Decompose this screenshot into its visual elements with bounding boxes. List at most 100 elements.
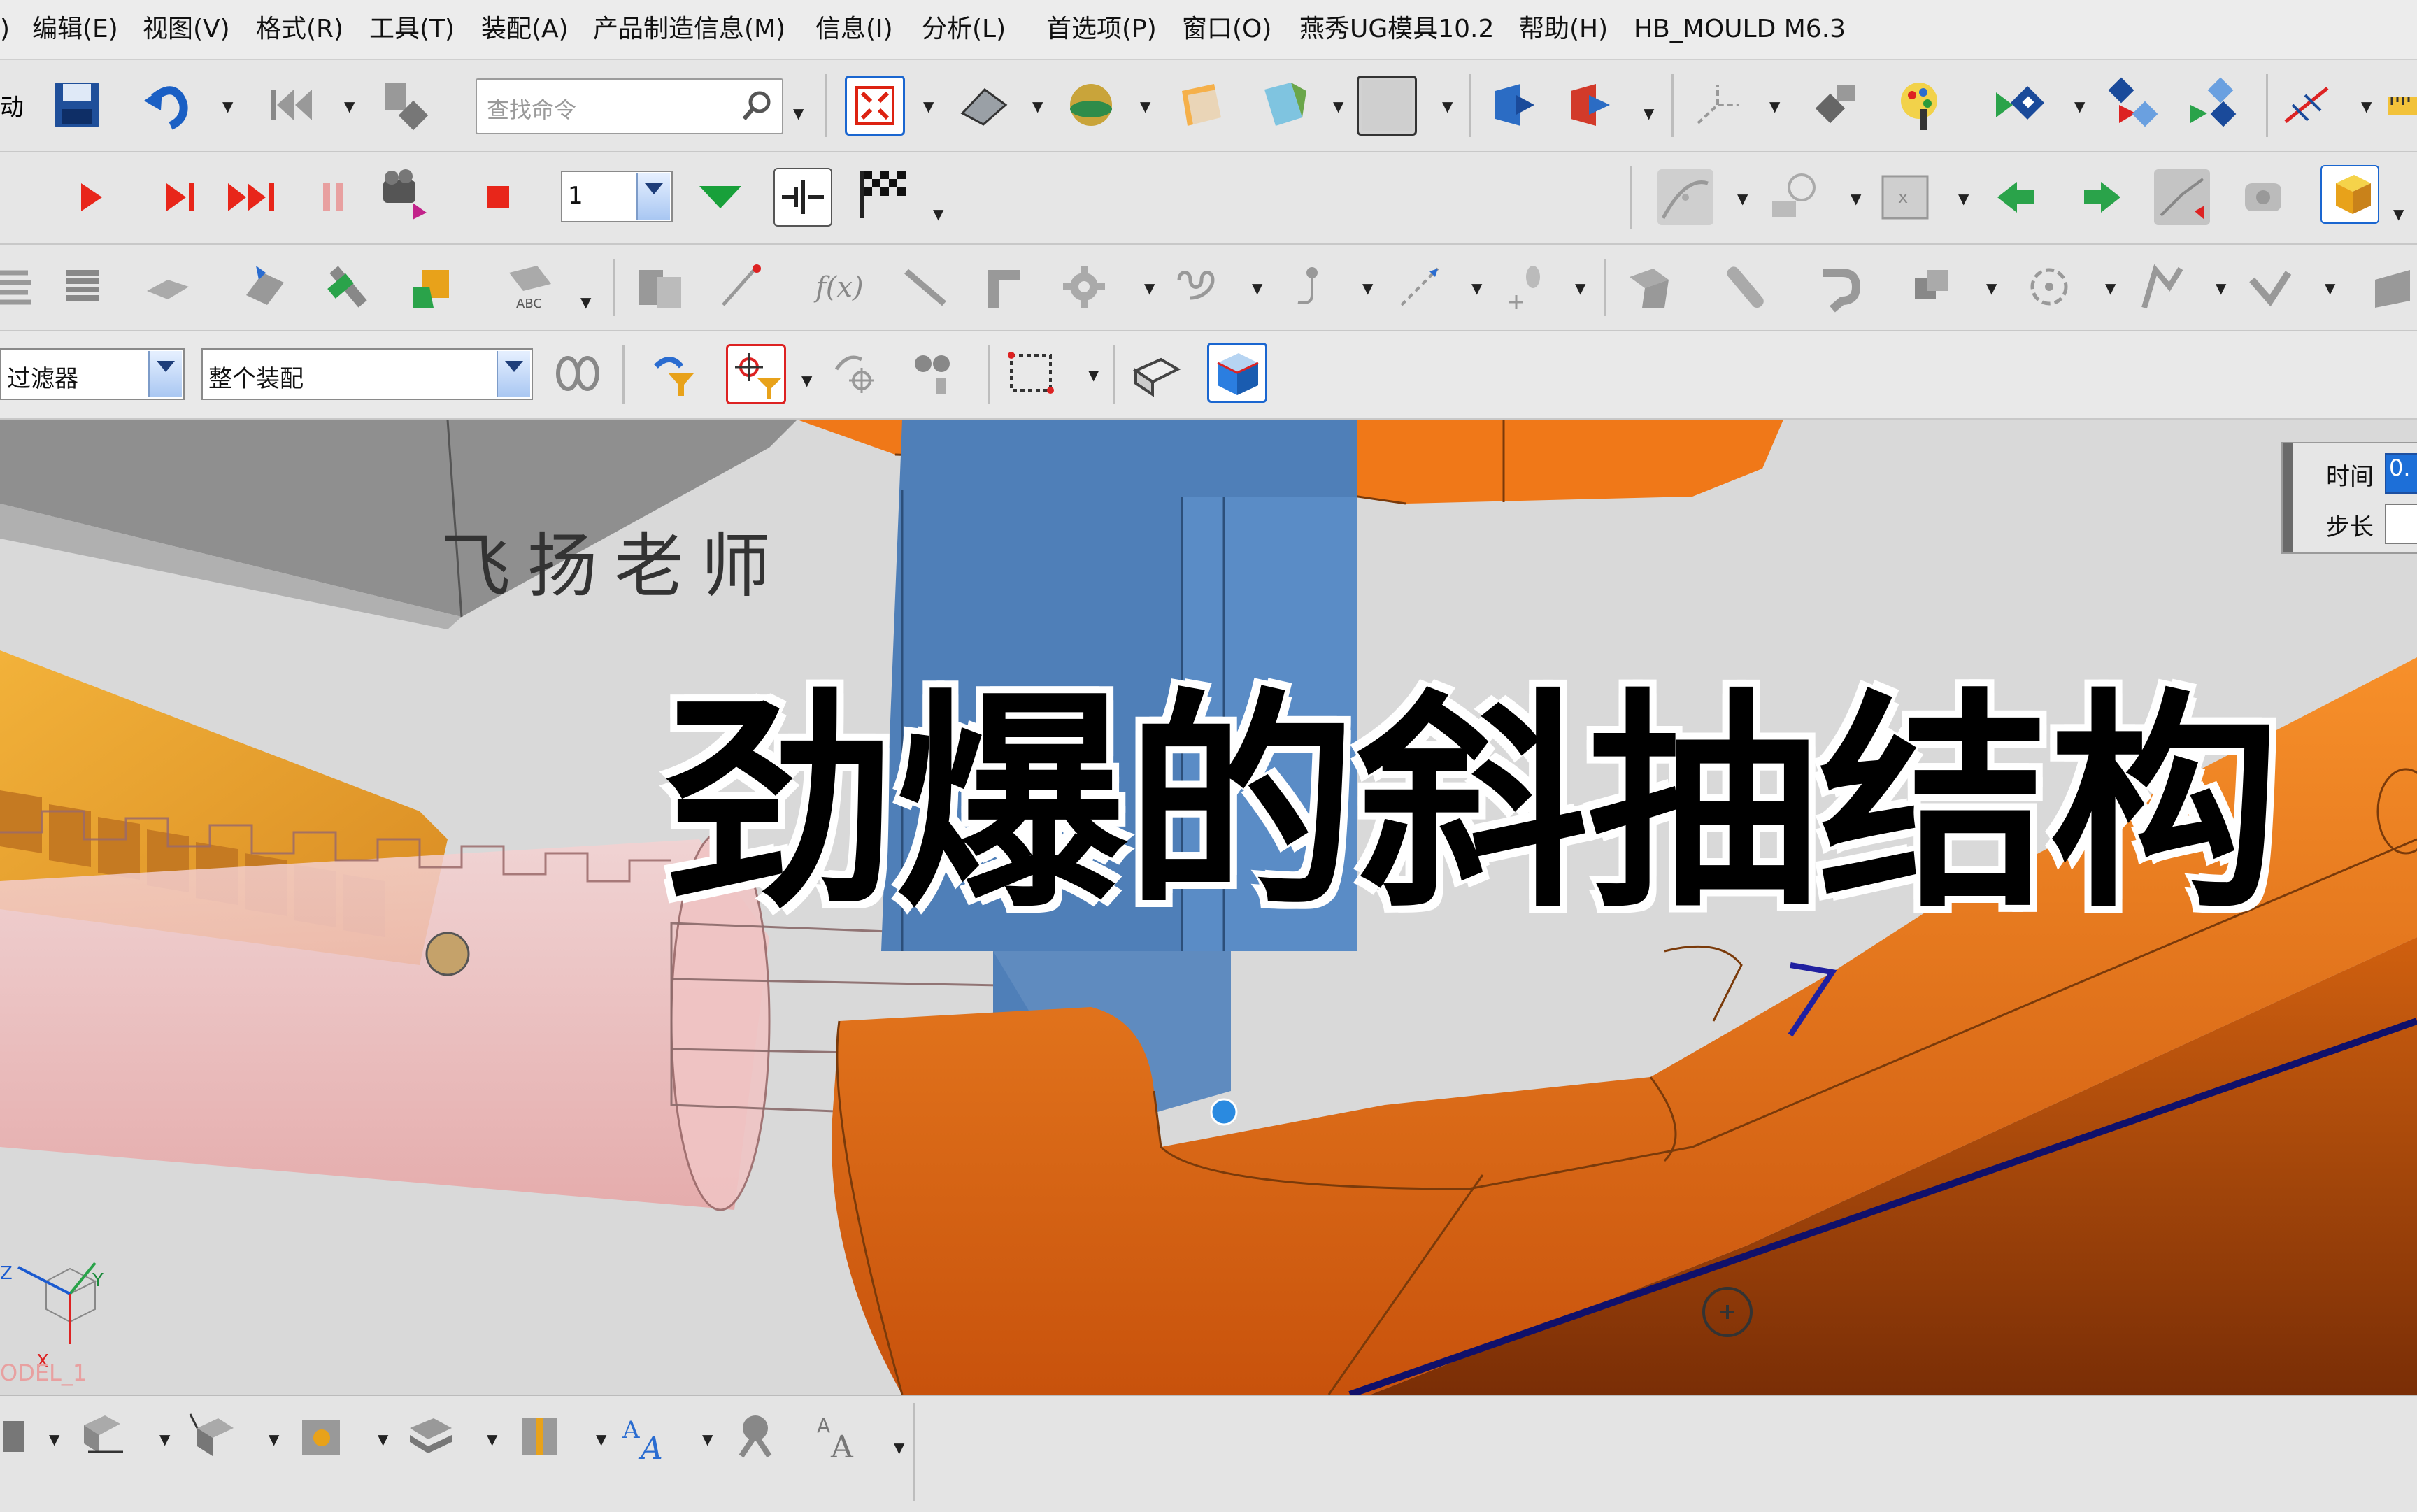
point-dropdown-icon-2[interactable]: ▼ bbox=[1362, 280, 1373, 297]
datum-dropdown-icon[interactable]: ▼ bbox=[1575, 280, 1585, 297]
rule-dropdown-icon[interactable]: ▼ bbox=[2074, 98, 2085, 115]
frame-dropdown-icon[interactable]: ▼ bbox=[1442, 98, 1453, 115]
type-filter-dropdown-icon[interactable] bbox=[148, 351, 182, 397]
measure-distance-icon[interactable] bbox=[713, 259, 769, 315]
menu-edit[interactable]: 编辑(E) bbox=[32, 0, 118, 59]
assembly-dropdown-icon[interactable]: ▼ bbox=[1644, 105, 1654, 122]
chamfer-block-icon[interactable] bbox=[140, 259, 196, 315]
layers-stack-icon[interactable] bbox=[56, 259, 112, 315]
shaded-box-icon[interactable] bbox=[1207, 343, 1267, 403]
section-dropdown-icon[interactable]: ▼ bbox=[1333, 98, 1343, 115]
unite-icon[interactable] bbox=[406, 259, 462, 315]
panel-grip[interactable] bbox=[2283, 443, 2293, 552]
rule-green-icon[interactable] bbox=[1992, 77, 2048, 133]
arrow-left-icon[interactable] bbox=[1988, 169, 2044, 225]
wireframe-box-icon[interactable] bbox=[1129, 345, 1185, 401]
menu-window[interactable]: 窗口(O) bbox=[1182, 0, 1271, 59]
detail-view-icon[interactable] bbox=[403, 1407, 459, 1463]
globe-icon[interactable] bbox=[1063, 77, 1119, 133]
tube-icon[interactable] bbox=[1718, 259, 1774, 315]
base-view-icon[interactable] bbox=[74, 1407, 130, 1463]
point-dropdown-icon[interactable]: ▼ bbox=[1958, 190, 1969, 207]
sketch-curve-icon[interactable] bbox=[1657, 169, 1713, 225]
graphics-viewport[interactable]: 飞扬老师 劲爆的斜抽结构 劲爆的斜抽结构 劲爆的斜抽结构 劲爆的斜抽结构 劲爆的… bbox=[0, 420, 2417, 1395]
fit-view-icon[interactable] bbox=[845, 76, 905, 136]
vector-icon[interactable] bbox=[1392, 259, 1448, 315]
ruler-icon[interactable] bbox=[2385, 77, 2417, 133]
background-dropdown-icon[interactable]: ▼ bbox=[1140, 98, 1150, 115]
view-dropdown-icon[interactable]: ▼ bbox=[923, 98, 934, 115]
undo-icon[interactable] bbox=[140, 77, 196, 133]
drawing-sheet-icon[interactable] bbox=[0, 1407, 35, 1463]
save-icon[interactable] bbox=[49, 77, 105, 133]
selection-scope-combo[interactable]: 整个装配 bbox=[201, 348, 533, 400]
time-input[interactable]: 0. bbox=[2385, 453, 2417, 494]
pink-lifter-rod[interactable] bbox=[0, 839, 769, 1210]
balloon-icon[interactable] bbox=[727, 1407, 783, 1463]
break-dropdown-icon[interactable]: ▼ bbox=[596, 1431, 606, 1448]
rule-red-icon[interactable] bbox=[2105, 77, 2161, 133]
measure-dropdown-icon[interactable]: ▼ bbox=[2361, 98, 2372, 115]
menu-format[interactable]: 格式(R) bbox=[256, 0, 343, 59]
menu-help[interactable]: 帮助(H) bbox=[1519, 0, 1608, 59]
finish-dropdown-icon[interactable]: ▼ bbox=[933, 206, 943, 222]
snap-point-icon[interactable] bbox=[726, 344, 786, 404]
filter-undo-icon[interactable] bbox=[642, 345, 698, 401]
snap-point-marker[interactable] bbox=[1210, 1098, 1238, 1126]
finish-flag-icon[interactable] bbox=[855, 165, 911, 221]
palette-tool-icon[interactable] bbox=[1892, 77, 1948, 133]
rotate-circle-icon[interactable] bbox=[2021, 259, 2077, 315]
projected-dropdown-icon[interactable]: ▼ bbox=[269, 1431, 279, 1448]
offset-face-icon[interactable] bbox=[632, 259, 688, 315]
note-dropdown-icon[interactable]: ▼ bbox=[702, 1431, 713, 1448]
chain-select-icon[interactable] bbox=[550, 345, 606, 401]
lasso-dropdown-icon[interactable]: ▼ bbox=[1851, 190, 1861, 207]
text-style-icon[interactable]: AA bbox=[814, 1407, 870, 1463]
spring-dropdown-icon[interactable]: ▼ bbox=[1252, 280, 1262, 297]
rotate-dropdown-icon[interactable]: ▼ bbox=[2105, 280, 2116, 297]
layer-icon[interactable] bbox=[1172, 77, 1228, 133]
csys-dropdown-icon[interactable]: ▼ bbox=[1769, 98, 1780, 115]
vector-dropdown-icon[interactable]: ▼ bbox=[1471, 280, 1482, 297]
menu-pmi[interactable]: 产品制造信息(M) bbox=[593, 0, 785, 59]
render-dropdown-icon[interactable]: ▼ bbox=[1032, 98, 1043, 115]
step-forward-icon[interactable] bbox=[152, 169, 208, 225]
menu-info[interactable]: 信息(I) bbox=[815, 0, 893, 59]
menu-assembly[interactable]: 装配(A) bbox=[481, 0, 569, 59]
play-icon[interactable] bbox=[63, 169, 119, 225]
pattern-icon[interactable] bbox=[2242, 259, 2298, 315]
menu-preferences[interactable]: 首选项(P) bbox=[1046, 0, 1157, 59]
menu-view[interactable]: 视图(V) bbox=[143, 0, 230, 59]
rule-check-icon[interactable] bbox=[2186, 77, 2242, 133]
text-feature-icon[interactable]: ABC bbox=[502, 259, 558, 315]
text-feature-dropdown-icon[interactable]: ▼ bbox=[580, 294, 591, 311]
extrude-icon[interactable] bbox=[238, 259, 294, 315]
sweep-icon[interactable] bbox=[1621, 259, 1677, 315]
stop-icon[interactable] bbox=[470, 169, 526, 225]
break-view-icon[interactable] bbox=[512, 1407, 568, 1463]
menu-hb-mould[interactable]: HB_MOULD M6.3 bbox=[1634, 0, 1846, 59]
text-style-dropdown-icon[interactable]: ▼ bbox=[894, 1439, 904, 1456]
frame-combo-dropdown-icon[interactable] bbox=[636, 173, 670, 220]
cube-view-icon[interactable] bbox=[2320, 165, 2379, 224]
sketch-dropdown-icon[interactable]: ▼ bbox=[1737, 190, 1748, 207]
section-view-icon[interactable] bbox=[1256, 77, 1312, 133]
arrow-right-icon[interactable] bbox=[2074, 169, 2130, 225]
snap-dropdown-icon[interactable]: ▼ bbox=[801, 372, 812, 389]
menu-yanxiu-mould[interactable]: 燕秀UG模具10.2 bbox=[1299, 0, 1494, 59]
base-view-dropdown-icon[interactable]: ▼ bbox=[159, 1431, 170, 1448]
binocular-icon[interactable] bbox=[906, 345, 962, 401]
command-search-input[interactable]: 查找命令 bbox=[476, 78, 783, 134]
projected-view-icon[interactable] bbox=[183, 1407, 239, 1463]
filter-down-icon[interactable] bbox=[692, 169, 748, 225]
window-frame-icon[interactable] bbox=[1357, 76, 1417, 136]
stacked-plates-icon[interactable] bbox=[0, 259, 56, 315]
rewind-icon[interactable] bbox=[263, 77, 319, 133]
collision-check-icon[interactable] bbox=[773, 168, 832, 227]
measure-icon[interactable] bbox=[2280, 77, 2336, 133]
pattern-dropdown-icon[interactable]: ▼ bbox=[2325, 280, 2335, 297]
mirror-dropdown-icon[interactable]: ▼ bbox=[2216, 280, 2226, 297]
pause-icon[interactable] bbox=[305, 169, 361, 225]
csys-icon[interactable] bbox=[1690, 77, 1746, 133]
pipe-icon[interactable] bbox=[2361, 259, 2417, 315]
